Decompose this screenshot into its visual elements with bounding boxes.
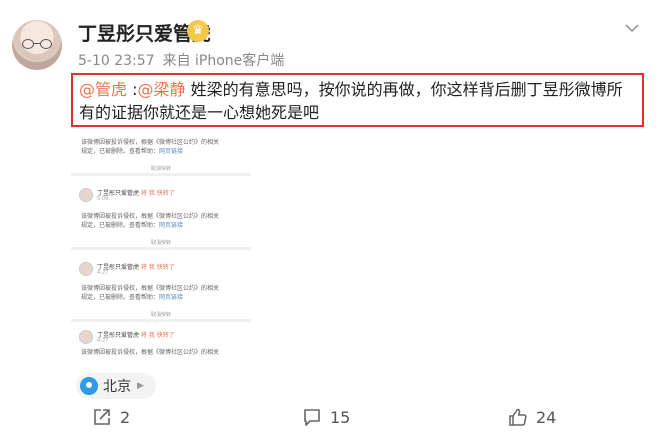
mini-avatar — [79, 188, 93, 202]
mini-action: 将 我 快转了 — [140, 332, 175, 339]
post-time: 5-10 23:57 — [78, 53, 155, 69]
help-link: 网页链接 — [159, 148, 184, 155]
cancel-forward: 取消快转 — [71, 162, 251, 176]
mini-name: 丁昱彤只爱管虎 将 我 快转了 — [97, 330, 175, 339]
avatar-glasses — [22, 39, 52, 49]
mini-name: 丁昱彤只爱管虎 将 我 快转了 — [97, 188, 175, 197]
forward-button[interactable]: 2 — [92, 407, 130, 427]
notice-text: 规定，已被删除。查看帮助： — [81, 294, 160, 301]
share-icon — [94, 409, 110, 425]
forward-count: 2 — [120, 407, 131, 427]
comment-count: 15 — [330, 407, 351, 427]
location-tag[interactable]: 北京 ▶ — [76, 373, 156, 399]
mention-link[interactable]: @梁静 — [138, 80, 186, 99]
mini-time: 5-09 — [97, 196, 109, 202]
post-image[interactable]: 该微博因被投诉侵权，根据《微博社区公约》的相关 规定，已被删除。查看帮助：网页链… — [71, 132, 256, 358]
notice-text: 规定，已被删除。查看帮助： — [81, 222, 160, 229]
post-meta: 5-10 23:57 来自 iPhone客户端 — [78, 50, 284, 70]
cancel-forward: 取消快转 — [71, 308, 251, 322]
deleted-notice: 该微博因被投诉侵权，根据《微博社区公约》的相关 规定，已被删除。查看帮助：网页链… — [71, 212, 251, 230]
post-text-highlighted: @管虎 :@梁静 姓梁的有意思吗，按你说的再做，你这样背后删丁昱彤微博所有的证据… — [71, 73, 644, 127]
post-source: 来自 iPhone客户端 — [162, 53, 285, 69]
deleted-notice: 该微博因被投诉侵权，根据《微博社区公约》的相关 — [71, 348, 251, 357]
action-bar: 2 15 24 — [0, 405, 660, 435]
help-link: 网页链接 — [159, 222, 184, 229]
cancel-forward: 取消快转 — [71, 236, 251, 250]
mini-avatar — [79, 330, 93, 344]
crown-icon: ♛ — [187, 20, 209, 42]
notice-line: 该微博因被投诉侵权，根据《微博社区公约》的相关 — [81, 139, 220, 146]
user-avatar[interactable] — [12, 20, 62, 70]
notice-line: 该微博因被投诉侵权，根据《微博社区公约》的相关 — [81, 285, 220, 292]
weibo-post-card: 丁昱彤只爱管虎 ♛ 5-10 23:57 来自 iPhone客户端 @管虎 :@梁… — [0, 0, 660, 435]
mention-link[interactable]: @管虎 — [79, 80, 127, 99]
notice-line: 该微博因被投诉侵权，根据《微博社区公约》的相关 — [81, 349, 220, 356]
thumbs-up-icon — [509, 408, 527, 426]
chevron-down-icon[interactable] — [622, 18, 642, 38]
deleted-notice: 该微博因被投诉侵权，根据《微博社区公约》的相关 规定，已被删除。查看帮助：网页链… — [71, 284, 251, 302]
location-pin-icon — [80, 377, 98, 395]
mini-name: 丁昱彤只爱管虎 将 我 快转了 — [97, 262, 175, 271]
mini-action: 将 我 快转了 — [140, 190, 175, 197]
mini-avatar — [79, 262, 93, 276]
notice-text: 规定，已被删除。查看帮助： — [81, 148, 160, 155]
notice-line: 该微博因被投诉侵权，根据《微博社区公约》的相关 — [81, 213, 220, 220]
location-text: 北京 — [103, 379, 131, 395]
like-count: 24 — [536, 407, 557, 427]
mini-time: 4-27 — [97, 270, 109, 276]
notice-line: 规定，已被删除。查看帮助：网页链接 — [71, 293, 251, 302]
mini-time: 4-27 — [97, 338, 109, 344]
notice-line: 规定，已被删除。查看帮助：网页链接 — [71, 147, 251, 156]
deleted-notice: 该微博因被投诉侵权，根据《微博社区公约》的相关 规定，已被删除。查看帮助：网页链… — [71, 138, 251, 156]
comment-icon — [304, 409, 320, 426]
notice-line: 规定，已被删除。查看帮助：网页链接 — [71, 221, 251, 230]
like-button[interactable]: 24 — [508, 407, 556, 427]
help-link: 网页链接 — [159, 294, 184, 301]
mini-action: 将 我 快转了 — [140, 264, 175, 271]
mention-separator: : — [127, 80, 138, 99]
chevron-right-icon: ▶ — [137, 381, 144, 391]
comment-button[interactable]: 15 — [302, 407, 350, 427]
